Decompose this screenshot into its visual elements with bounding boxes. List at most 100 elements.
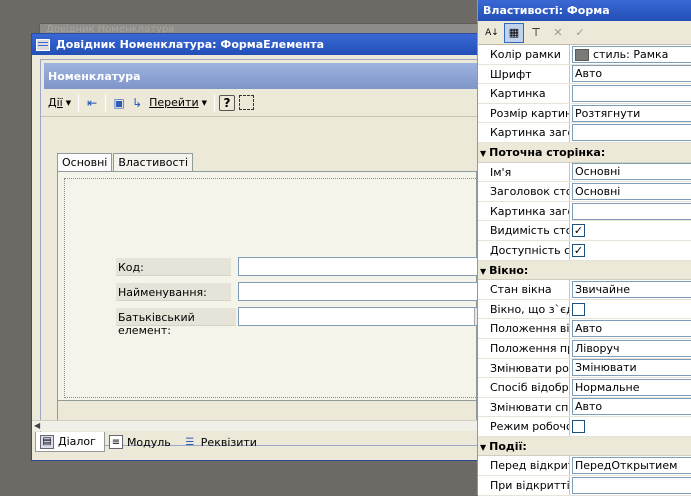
- prop-row[interactable]: Змінювати спосіб Авто: [478, 397, 691, 418]
- prop-row[interactable]: Положення вікна Авто: [478, 319, 691, 339]
- properties-title: Властивості: Форма: [478, 0, 691, 21]
- category-events[interactable]: ▼ Події:: [478, 436, 691, 457]
- prop-value[interactable]: Основні: [572, 182, 691, 200]
- checkbox[interactable]: ✓: [572, 224, 585, 238]
- prop-value[interactable]: Ліворуч: [572, 339, 691, 357]
- prop-value[interactable]: Основні: [572, 163, 691, 181]
- prop-row[interactable]: Картинка заголовка: [478, 201, 691, 222]
- prop-name: Шрифт: [478, 64, 570, 84]
- form-tabs: Основні Властивості: [57, 153, 194, 172]
- tab-requisites-label: Реквізити: [200, 435, 257, 449]
- prop-row[interactable]: Спосіб відображення Нормальне: [478, 378, 691, 398]
- prop-row[interactable]: Вікно, що з`єднується: [478, 299, 691, 320]
- filter-icon[interactable]: ⊤: [526, 23, 546, 43]
- tab-requisites[interactable]: ☰ Реквізити: [179, 432, 265, 452]
- goto-menu-button[interactable]: Перейти ▼: [146, 93, 210, 113]
- prop-value: стиль: Рамка: [593, 47, 669, 61]
- prop-row[interactable]: Розмір картинки Розтягнути: [478, 103, 691, 124]
- tab-osnovni[interactable]: Основні: [57, 153, 113, 172]
- prop-name: Вікно, що з`єднується: [478, 299, 570, 319]
- prop-row[interactable]: Перед відкриттям ПередОткрытием: [478, 456, 691, 477]
- prop-value[interactable]: [572, 202, 691, 220]
- sort-alphabetical-icon[interactable]: A↓: [482, 23, 502, 43]
- help-icon[interactable]: ?: [219, 94, 235, 111]
- prop-value[interactable]: [572, 124, 691, 142]
- prop-row[interactable]: Видимість сторінки ✓: [478, 221, 691, 241]
- list-view-icon[interactable]: ▣: [110, 94, 128, 112]
- prop-row[interactable]: Картинка: [478, 84, 691, 104]
- tab-dialog[interactable]: ▤ Діалог: [35, 432, 105, 452]
- prop-name: Картинка заголовка: [478, 201, 570, 221]
- prop-name: Доступність сторінки: [478, 240, 570, 260]
- horizontal-scrollbar[interactable]: ◀: [32, 420, 480, 431]
- prop-name: Спосіб відображення: [478, 378, 570, 397]
- prop-name: Положення прикріпленого: [478, 338, 570, 358]
- category-label: Вікно:: [489, 263, 529, 277]
- prop-value[interactable]: Змінювати: [572, 359, 691, 377]
- prop-row[interactable]: Шрифт Авто: [478, 64, 691, 85]
- prop-value[interactable]: Розтягнути: [572, 104, 691, 122]
- prop-value[interactable]: Звичайне: [572, 280, 691, 298]
- checkbox[interactable]: [572, 420, 585, 434]
- prop-value[interactable]: Нормальне: [572, 378, 691, 396]
- requisites-icon: ☰: [185, 436, 195, 448]
- category-window[interactable]: ▼ Вікно:: [478, 260, 691, 281]
- dropdown-arrow-icon: ▼: [65, 98, 72, 107]
- prop-value[interactable]: Авто: [572, 65, 691, 83]
- prop-row[interactable]: Положення прикріпленого Ліворуч: [478, 338, 691, 359]
- properties-toolbar: A↓ ▦ ⊤ ✕ ✓: [478, 21, 691, 45]
- form-titlebar[interactable]: Довідник Номенклатура: ФормаЕлемента: [32, 34, 478, 55]
- prop-row[interactable]: Колір рамки стиль: Рамка: [478, 45, 691, 65]
- prop-name: Змінювати спосіб: [478, 397, 570, 417]
- prop-row[interactable]: Картинка заголовка: [478, 123, 691, 143]
- prop-row[interactable]: При відкритті: [478, 476, 691, 496]
- scroll-left-icon[interactable]: ◀: [34, 421, 40, 430]
- properties-list: Колір рамки стиль: Рамка Шрифт Авто Карт…: [478, 45, 691, 496]
- prop-row[interactable]: Режим робочого столу: [478, 417, 691, 437]
- tab-module[interactable]: ≡ Модуль: [105, 432, 179, 452]
- go-to-icon[interactable]: ↳: [128, 94, 146, 112]
- selection-frame-icon[interactable]: [239, 95, 254, 110]
- prop-name: Розмір картинки: [478, 103, 570, 123]
- code-input[interactable]: [238, 257, 481, 276]
- category-current-page[interactable]: ▼ Поточна сторінка:: [478, 142, 691, 163]
- prop-name: При відкритті: [478, 476, 570, 495]
- prop-row[interactable]: Заголовок сторінки Основні: [478, 182, 691, 202]
- prop-name: Змінювати розмір: [478, 358, 570, 378]
- apply-icon[interactable]: ✓: [570, 23, 590, 43]
- dialog-icon: ▤: [40, 434, 54, 449]
- prop-value[interactable]: Авто: [572, 398, 691, 416]
- window-icon: [36, 38, 50, 51]
- category-label: Поточна сторінка:: [489, 145, 606, 159]
- prop-row[interactable]: Доступність сторінки ✓: [478, 240, 691, 261]
- categories-icon[interactable]: ▦: [504, 22, 524, 43]
- parent-input[interactable]: [238, 307, 481, 326]
- form-canvas[interactable]: Номенклатура Дії ▼ ⇤ ▣ ↳ Перейти ▼ ? Осн…: [40, 59, 484, 446]
- toolbar-separator: [214, 93, 215, 112]
- prop-value[interactable]: [572, 476, 691, 494]
- prop-name: Стан вікна: [478, 280, 570, 299]
- actions-menu-button[interactable]: Дії ▼: [45, 93, 74, 113]
- prop-row[interactable]: Змінювати розмір Змінювати: [478, 358, 691, 379]
- prop-value[interactable]: Авто: [572, 320, 691, 338]
- editor-tabs: ▤ Діалог ≡ Модуль ☰ Реквізити: [32, 432, 480, 454]
- prop-name: Перед відкриттям: [478, 456, 570, 476]
- prop-name: Ім'я: [478, 162, 570, 182]
- toolbar-separator: [78, 93, 80, 112]
- prop-row[interactable]: Ім'я Основні: [478, 162, 691, 183]
- prop-name: Заголовок сторінки: [478, 182, 570, 201]
- code-label: Код:: [116, 258, 231, 276]
- name-input[interactable]: [238, 282, 481, 301]
- toolbar-separator: [105, 93, 107, 112]
- tab-module-label: Модуль: [126, 435, 171, 449]
- delete-icon[interactable]: ✕: [548, 23, 568, 43]
- checkbox[interactable]: [572, 302, 585, 316]
- prop-row[interactable]: Стан вікна Звичайне: [478, 280, 691, 300]
- prop-value[interactable]: [572, 84, 691, 102]
- arrow-left-icon[interactable]: ⇤: [83, 94, 101, 112]
- form-window: Довідник Номенклатура: ФормаЕлемента Ном…: [31, 33, 484, 461]
- form-title: Довідник Номенклатура: ФормаЕлемента: [56, 38, 325, 51]
- tab-vlastyvosti[interactable]: Властивості: [113, 153, 194, 171]
- prop-value[interactable]: ПередОткрытием: [572, 457, 691, 475]
- checkbox[interactable]: ✓: [572, 243, 585, 257]
